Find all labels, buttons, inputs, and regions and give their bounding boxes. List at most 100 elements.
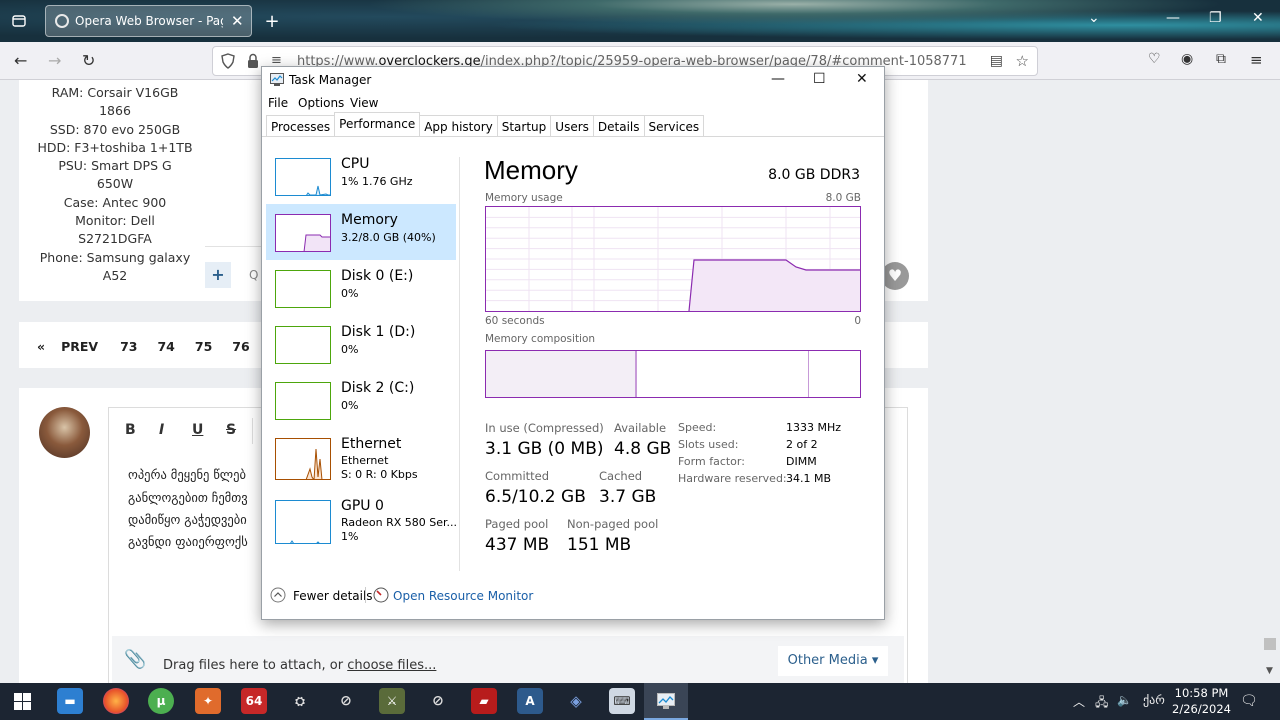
close-browser-icon[interactable]: ✕ bbox=[1252, 10, 1264, 26]
lock-icon[interactable] bbox=[247, 53, 259, 72]
menu-options[interactable]: Options bbox=[298, 96, 344, 110]
quote-button[interactable]: Q bbox=[249, 268, 258, 282]
nonpaged-pool-label: Non-paged pool bbox=[567, 517, 659, 531]
other-media-button[interactable]: Other Media ▾ bbox=[778, 646, 888, 676]
editor-text-line: ოპერა მეყენე წლებ bbox=[128, 467, 246, 482]
task-manager-taskbar-button[interactable] bbox=[644, 683, 688, 720]
maximize-icon[interactable]: ☐ bbox=[813, 71, 826, 87]
minimize-icon[interactable]: — bbox=[771, 71, 785, 87]
strikethrough-button[interactable]: S bbox=[226, 422, 236, 438]
tab-services[interactable]: Services bbox=[643, 115, 705, 137]
graph-time-left: 60 seconds bbox=[485, 315, 545, 327]
reload-icon[interactable]: ↻ bbox=[82, 51, 95, 70]
page-link[interactable]: 75 bbox=[195, 339, 212, 354]
fewer-details-chevron-icon[interactable] bbox=[270, 587, 286, 606]
clock[interactable]: 10:58 PM 2/26/2024 bbox=[1172, 685, 1231, 717]
show-hidden-icons[interactable]: ︿ bbox=[1073, 693, 1085, 710]
menu-icon[interactable]: ≡ bbox=[1250, 51, 1263, 69]
volume-icon[interactable]: 🔈 bbox=[1117, 693, 1132, 707]
page-link[interactable]: 74 bbox=[157, 339, 174, 354]
active-browser-tab[interactable]: Opera Web Browser - Page 78 ✕ bbox=[45, 5, 252, 37]
new-tab-icon[interactable]: + bbox=[261, 10, 283, 32]
close-icon[interactable]: ✕ bbox=[856, 71, 868, 87]
menu-view[interactable]: View bbox=[350, 96, 378, 110]
app-icon[interactable]: ▰ bbox=[471, 688, 497, 714]
signature-line: Phone: Samsung galaxy bbox=[39, 249, 191, 265]
multiquote-plus-button[interactable]: + bbox=[205, 262, 231, 288]
firefox-icon[interactable] bbox=[103, 688, 129, 714]
account-icon[interactable]: ◉ bbox=[1181, 51, 1193, 67]
sidebar-item-disk-0[interactable]: Disk 0 (E:) 0% bbox=[266, 266, 456, 322]
tab-users[interactable]: Users bbox=[550, 115, 594, 137]
app-icon[interactable]: A bbox=[517, 688, 543, 714]
sidebar-item-disk-2[interactable]: Disk 2 (C:) 0% bbox=[266, 378, 456, 434]
list-tabs-icon[interactable]: ⌄ bbox=[1088, 10, 1100, 26]
bold-button[interactable]: B bbox=[125, 422, 136, 438]
app-icon[interactable]: ⊘ bbox=[333, 688, 359, 714]
forward-icon[interactable]: → bbox=[48, 51, 61, 70]
bookmark-star-icon[interactable]: ☆ bbox=[1016, 52, 1029, 70]
game-icon[interactable]: ⚔ bbox=[379, 688, 405, 714]
app-icon[interactable]: ◈ bbox=[563, 688, 589, 714]
tab-performance[interactable]: Performance bbox=[334, 112, 421, 136]
open-resource-monitor-link[interactable]: Open Resource Monitor bbox=[393, 589, 533, 603]
paged-pool-value: 437 MB bbox=[485, 535, 550, 555]
attachment-area[interactable]: 📎 Drag files here to attach, or choose f… bbox=[112, 636, 904, 683]
reader-view-icon[interactable]: ▤ bbox=[990, 53, 1003, 69]
cached-value: 3.7 GB bbox=[599, 487, 657, 507]
page-scrollbar-thumb[interactable] bbox=[1264, 638, 1276, 650]
app-icon[interactable]: ⊘ bbox=[425, 688, 451, 714]
fewer-details-link[interactable]: Fewer details bbox=[293, 589, 373, 603]
task-manager-window: Task Manager — ☐ ✕ File Options View Pro… bbox=[261, 66, 885, 620]
tab-app-history[interactable]: App history bbox=[419, 115, 498, 137]
utorrent-icon[interactable]: μ bbox=[148, 688, 174, 714]
back-icon[interactable]: ← bbox=[14, 51, 27, 70]
close-tab-icon[interactable]: ✕ bbox=[231, 12, 244, 30]
first-page-link[interactable]: « bbox=[37, 339, 45, 354]
tracking-shield-icon[interactable] bbox=[221, 53, 235, 72]
page-link[interactable]: 76 bbox=[232, 339, 249, 354]
available-label: Available bbox=[614, 421, 667, 435]
disk-thumbnail-graph bbox=[275, 382, 331, 420]
tab-startup[interactable]: Startup bbox=[496, 115, 552, 137]
pocket-icon[interactable]: ♡ bbox=[1148, 51, 1161, 67]
menu-file[interactable]: File bbox=[268, 96, 288, 110]
network-icon[interactable]: 🖧 bbox=[1095, 693, 1108, 714]
sidebar-label: GPU 0 bbox=[341, 498, 384, 514]
notification-icon[interactable]: 🗨 bbox=[1240, 693, 1258, 709]
toolbar-divider bbox=[252, 418, 253, 444]
memory-usage-graph bbox=[485, 206, 861, 312]
task-manager-titlebar[interactable]: Task Manager — ☐ ✕ bbox=[262, 67, 884, 93]
app-icon[interactable]: ✦ bbox=[195, 688, 221, 714]
keyboard-app-icon[interactable]: ⌨ bbox=[609, 688, 635, 714]
scroll-down-icon[interactable]: ▼ bbox=[1266, 666, 1273, 676]
signature-line: 1866 bbox=[99, 103, 131, 119]
italic-button[interactable]: I bbox=[159, 422, 164, 438]
browser-tab-bar: Opera Web Browser - Page 78 ✕ + ⌄ — ❐ ✕ bbox=[0, 0, 1280, 42]
file-explorer-icon[interactable]: ▬ bbox=[57, 688, 83, 714]
prev-page-link[interactable]: PREV bbox=[61, 339, 98, 354]
language-indicator[interactable]: ქარ bbox=[1143, 693, 1165, 707]
sidebar-label: Memory bbox=[341, 212, 398, 228]
page-link[interactable]: 73 bbox=[120, 339, 137, 354]
extensions-icon[interactable]: ⧉ bbox=[1216, 51, 1226, 67]
sidebar-item-cpu[interactable]: CPU 1% 1.76 GHz bbox=[266, 154, 456, 210]
sidebar-item-gpu[interactable]: GPU 0 Radeon RX 580 Ser... 1% bbox=[266, 496, 457, 556]
tab-processes[interactable]: Processes bbox=[266, 115, 336, 137]
underline-button[interactable]: U bbox=[192, 422, 203, 438]
aida64-icon[interactable]: 64 bbox=[241, 688, 267, 714]
like-heart-icon[interactable]: ♥ bbox=[881, 262, 909, 290]
form-factor-label: Form factor: bbox=[678, 455, 745, 468]
tab-overview-icon[interactable] bbox=[8, 10, 30, 32]
sidebar-item-disk-1[interactable]: Disk 1 (D:) 0% bbox=[266, 322, 456, 378]
sidebar-sublabel: Ethernet bbox=[341, 454, 389, 467]
tab-details[interactable]: Details bbox=[592, 115, 645, 137]
choose-files-link[interactable]: choose files... bbox=[347, 658, 436, 673]
resource-monitor-icon[interactable] bbox=[373, 587, 389, 606]
windows-start-icon[interactable] bbox=[14, 693, 31, 713]
sidebar-item-ethernet[interactable]: Ethernet Ethernet S: 0 R: 0 Kbps bbox=[266, 434, 456, 494]
restore-browser-icon[interactable]: ❐ bbox=[1209, 10, 1222, 26]
sidebar-item-memory[interactable]: Memory 3.2/8.0 GB (40%) bbox=[266, 204, 456, 260]
minimize-browser-icon[interactable]: — bbox=[1166, 10, 1180, 26]
app-icon[interactable]: ⛭ bbox=[287, 688, 313, 714]
